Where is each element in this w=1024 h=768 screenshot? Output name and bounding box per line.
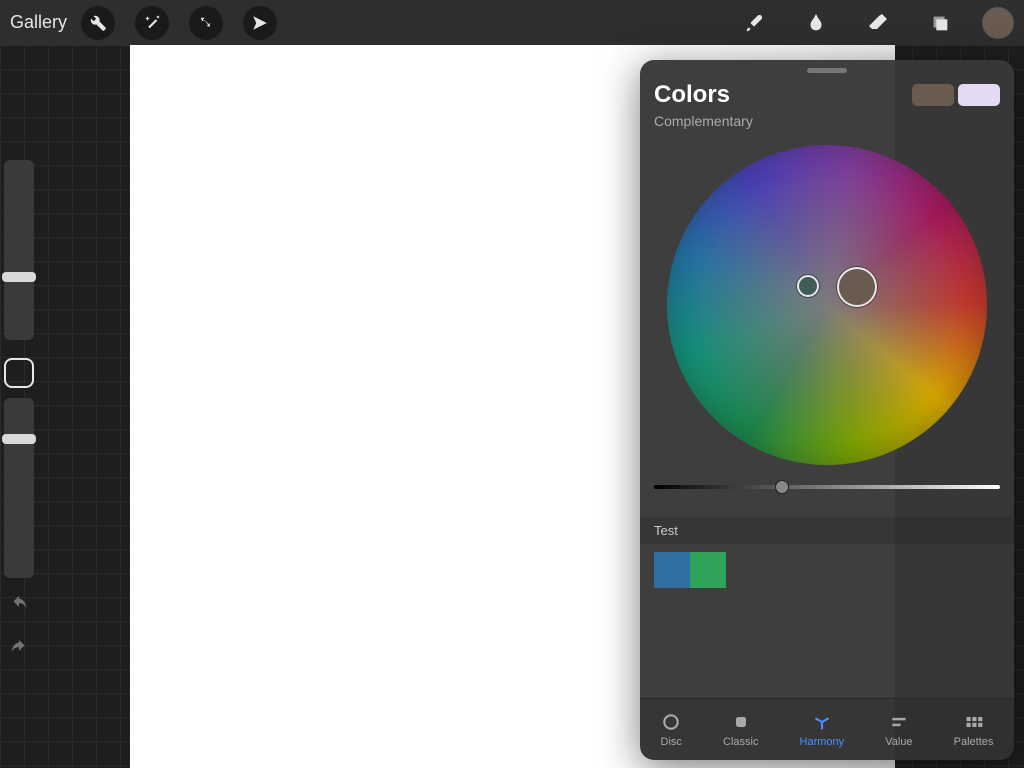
tab-label: Value (885, 736, 912, 748)
palette-section: Test (640, 517, 1014, 654)
harmony-mode-label: Complementary (640, 113, 1014, 139)
tab-harmony[interactable]: Harmony (800, 712, 845, 748)
lightness-slider[interactable] (654, 485, 1000, 489)
brush-icon[interactable] (734, 3, 774, 43)
redo-button[interactable] (4, 634, 34, 664)
primary-swatch[interactable] (912, 84, 954, 106)
tab-classic[interactable]: Classic (723, 712, 758, 748)
panel-drag-handle[interactable] (807, 68, 847, 73)
top-toolbar: Gallery (0, 0, 1024, 45)
gallery-button[interactable]: Gallery (10, 12, 67, 33)
color-wheel[interactable] (667, 145, 987, 465)
palette-swatch[interactable] (654, 552, 690, 588)
tab-label: Harmony (800, 736, 845, 748)
palette-name-label: Test (640, 517, 1014, 544)
undo-redo-group (4, 590, 34, 664)
left-slider-panel (0, 160, 40, 596)
current-color-button[interactable] (982, 7, 1014, 39)
color-panel-tabs: Disc Classic Harmony Value Palettes (640, 698, 1014, 760)
panel-header: Colors (640, 79, 1014, 113)
undo-button[interactable] (4, 590, 34, 620)
complementary-picker[interactable] (797, 275, 819, 297)
opacity-slider[interactable] (4, 398, 34, 578)
tab-value[interactable]: Value (885, 712, 912, 748)
lightness-thumb[interactable] (775, 480, 789, 494)
brush-size-thumb[interactable] (2, 272, 36, 282)
tab-label: Palettes (954, 736, 994, 748)
opacity-thumb[interactable] (2, 434, 36, 444)
wand-icon[interactable] (135, 6, 169, 40)
app-root: Gallery (0, 0, 1024, 768)
modify-button[interactable] (4, 358, 34, 388)
select-icon[interactable] (189, 6, 223, 40)
tab-label: Disc (661, 736, 682, 748)
brush-size-slider[interactable] (4, 160, 34, 340)
tab-label: Classic (723, 736, 758, 748)
smudge-icon[interactable] (796, 3, 836, 43)
tab-disc[interactable]: Disc (661, 712, 682, 748)
eraser-icon[interactable] (858, 3, 898, 43)
palette-swatch[interactable] (690, 552, 726, 588)
layers-icon[interactable] (920, 3, 960, 43)
palette-grid (640, 544, 1014, 654)
panel-title: Colors (654, 81, 912, 109)
wrench-icon[interactable] (81, 6, 115, 40)
colors-panel: Colors Complementary Test (640, 60, 1014, 760)
tab-palettes[interactable]: Palettes (954, 712, 994, 748)
secondary-swatch[interactable] (958, 84, 1000, 106)
main-color-picker[interactable] (837, 267, 877, 307)
share-icon[interactable] (243, 6, 277, 40)
